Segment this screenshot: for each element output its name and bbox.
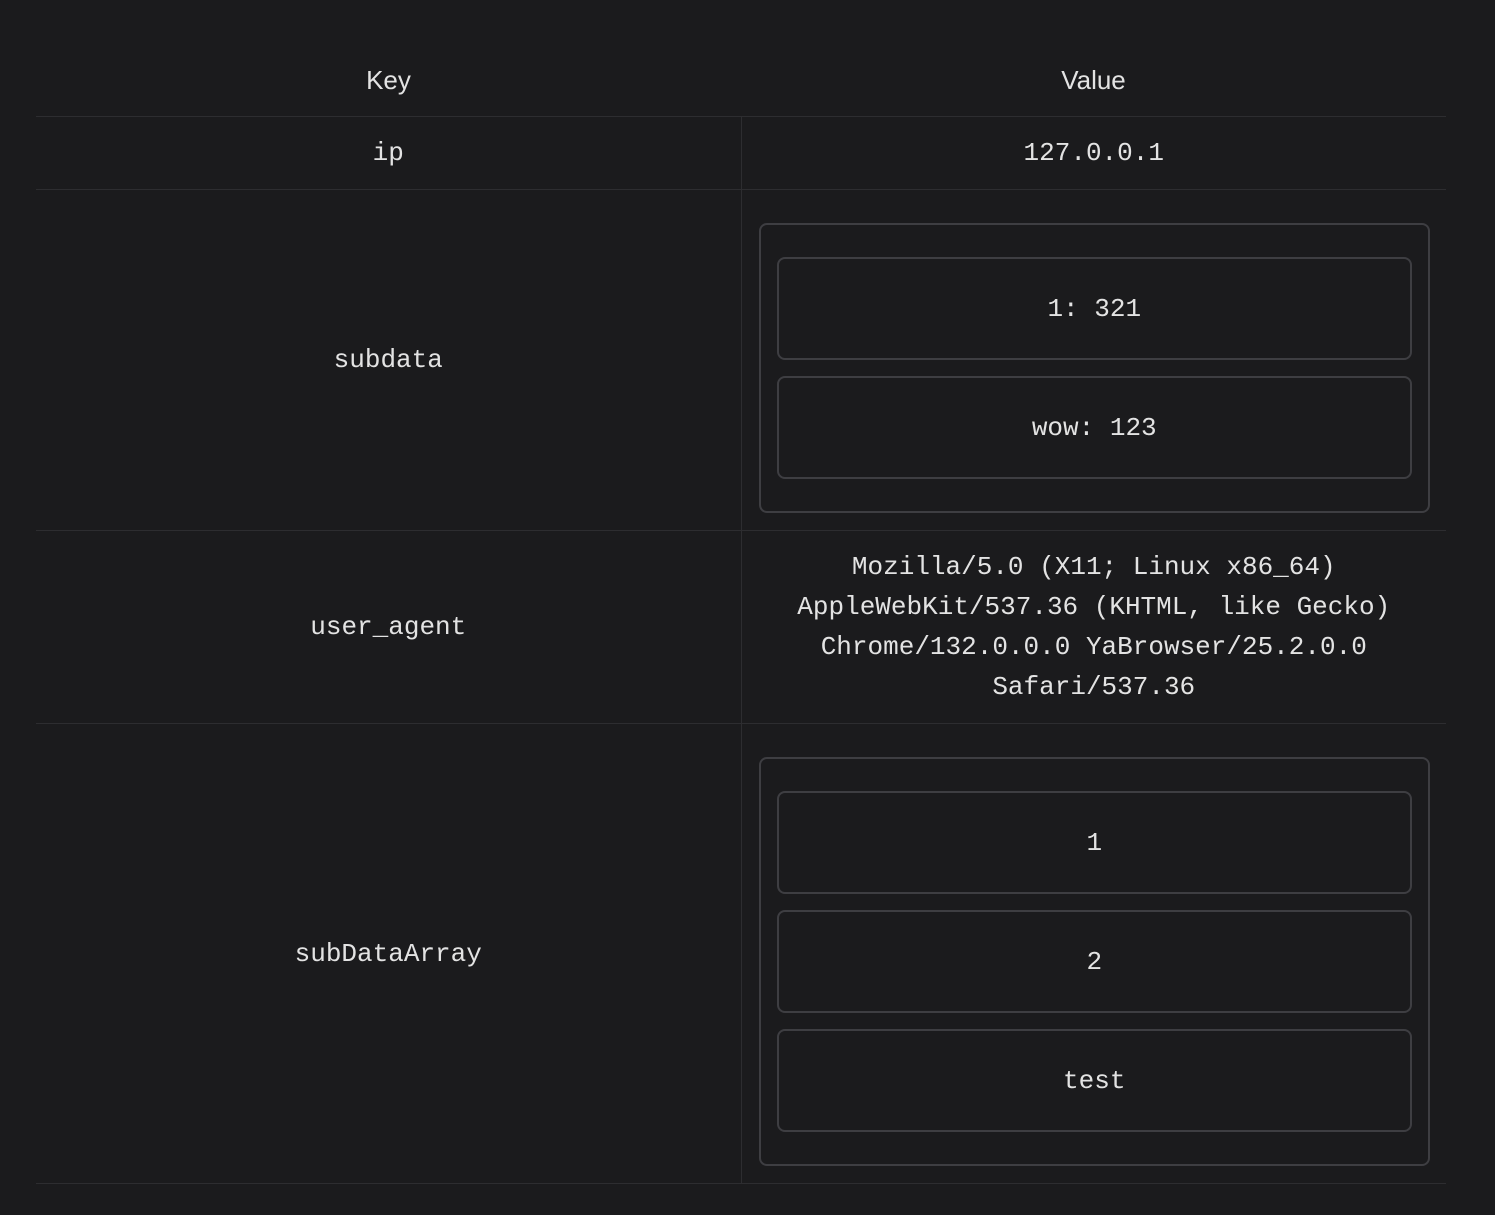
nested-array-box: 1 2 test — [758, 757, 1430, 1166]
value-column-header: Value — [741, 44, 1446, 117]
key-column-header: Key — [36, 44, 741, 117]
array-item: test — [776, 1029, 1412, 1132]
table-row: subdata 1: 321 wow: 123 — [36, 189, 1446, 531]
array-item: 1 — [776, 791, 1412, 894]
array-item: 2 — [776, 910, 1412, 1013]
nested-item: wow: 123 — [776, 376, 1412, 479]
table-header-row: Key Value — [36, 44, 1446, 117]
kv-table: Key Value ip 127.0.0.1 subdata 1: 321 wo… — [36, 44, 1446, 1184]
nested-object-box: 1: 321 wow: 123 — [758, 223, 1430, 513]
table-row: user_agent Mozilla/5.0 (X11; Linux x86_6… — [36, 530, 1446, 724]
table-row: ip 127.0.0.1 — [36, 116, 1446, 190]
key-cell-ip: ip — [36, 116, 742, 190]
value-cell-ip: 127.0.0.1 — [741, 116, 1446, 190]
kv-table-container: Key Value ip 127.0.0.1 subdata 1: 321 wo… — [36, 44, 1446, 1184]
key-cell-subdata: subdata — [36, 189, 742, 531]
value-cell-subdataarray: 1 2 test — [741, 723, 1446, 1184]
value-cell-subdata: 1: 321 wow: 123 — [741, 189, 1446, 531]
value-cell-user-agent: Mozilla/5.0 (X11; Linux x86_64) AppleWeb… — [741, 530, 1446, 724]
key-cell-user-agent: user_agent — [36, 530, 742, 724]
key-cell-subdataarray: subDataArray — [36, 723, 742, 1184]
nested-item: 1: 321 — [776, 257, 1412, 360]
user-agent-text: Mozilla/5.0 (X11; Linux x86_64) AppleWeb… — [797, 552, 1391, 702]
table-row: subDataArray 1 2 test — [36, 723, 1446, 1184]
